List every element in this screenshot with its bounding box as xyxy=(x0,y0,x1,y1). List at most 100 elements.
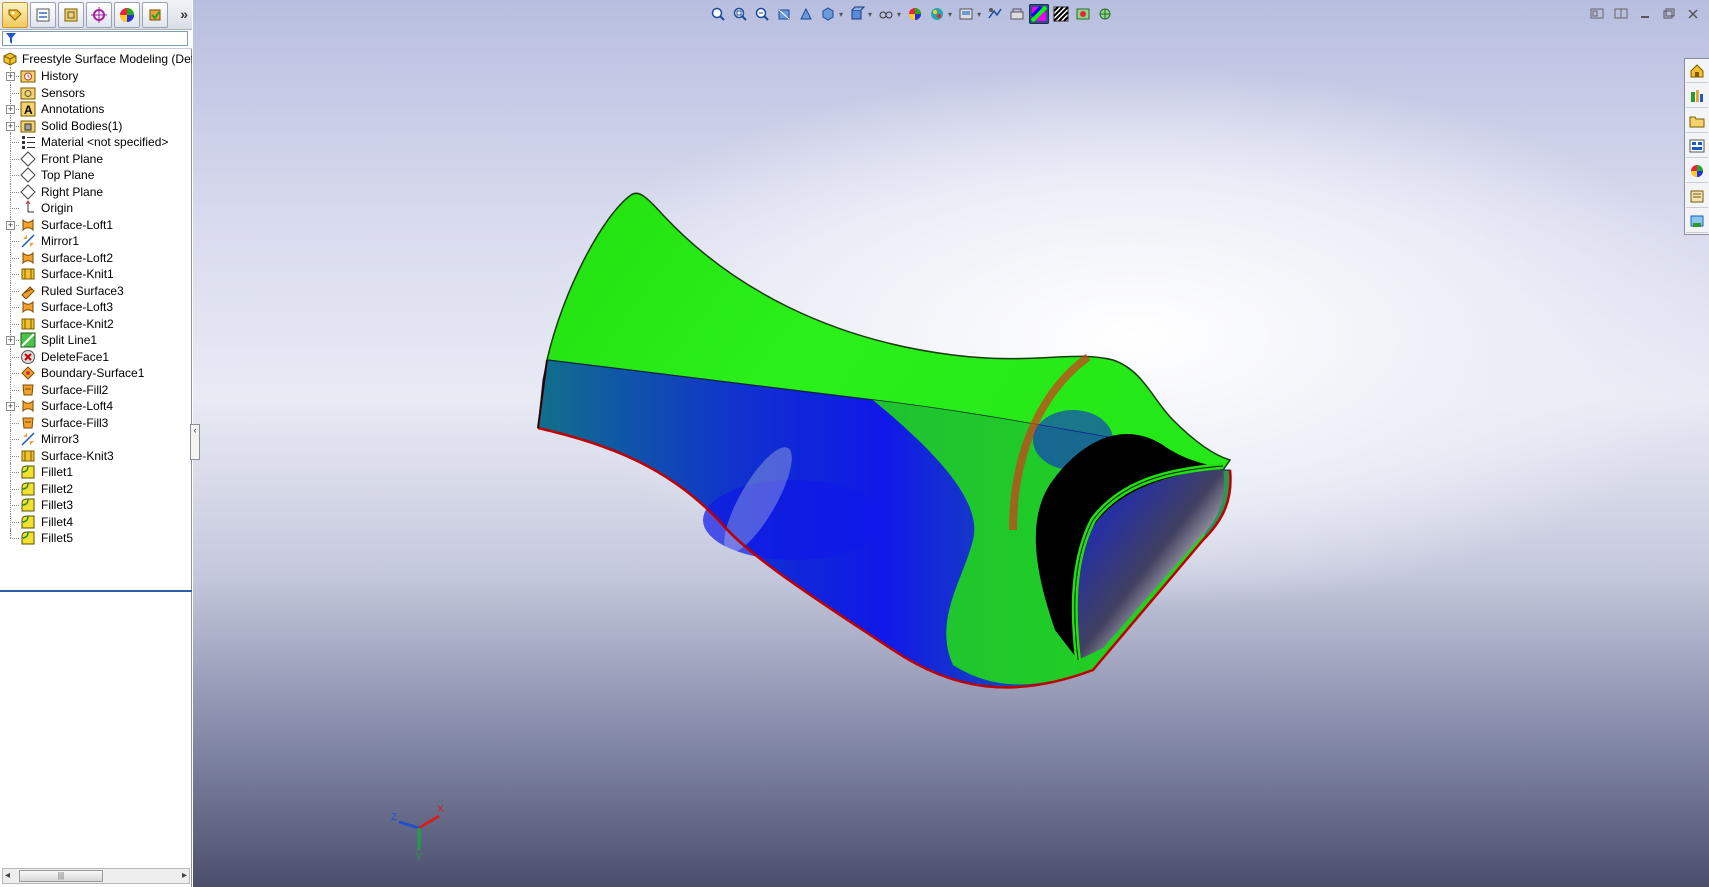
tree-item[interactable]: Surface-Loft2 xyxy=(0,248,192,267)
restore-viewport-button[interactable] xyxy=(1589,6,1605,20)
expand-toggle-icon[interactable]: + xyxy=(6,220,15,230)
solid-bodies-folder-icon xyxy=(20,120,36,132)
tree-item[interactable]: + Split Line1 xyxy=(0,331,192,349)
configurationmanager-tab[interactable] xyxy=(58,1,84,28)
tree-item[interactable]: Sensors xyxy=(0,83,192,102)
resources-tab[interactable] xyxy=(1686,60,1708,83)
view-palette-tab[interactable] xyxy=(1686,135,1708,158)
tree-item[interactable]: Surface-Fill2 xyxy=(0,380,192,399)
section-view-button[interactable] xyxy=(774,4,794,24)
view-settings-button[interactable] xyxy=(956,4,976,24)
more-tabs-button[interactable]: » xyxy=(180,6,188,22)
custom-properties-tab[interactable] xyxy=(1686,185,1708,208)
tree-root-part[interactable]: Freestyle Surface Modeling (Def xyxy=(0,50,192,68)
draft-analysis-button[interactable] xyxy=(985,4,1005,24)
tree-item-label: Fillet2 xyxy=(41,481,74,496)
tree-item[interactable]: Surface-Knit2 xyxy=(0,314,192,333)
zebra-stripes-icon xyxy=(1053,6,1069,22)
view-orientation-button[interactable] xyxy=(818,4,838,24)
hide-show-items-button[interactable] xyxy=(876,4,896,24)
dropdown-arrow-icon[interactable]: ▾ xyxy=(948,10,952,19)
dropdown-arrow-icon[interactable]: ▾ xyxy=(897,10,901,19)
dropdown-arrow-icon[interactable]: ▾ xyxy=(868,10,872,19)
curvature-button[interactable] xyxy=(1029,4,1050,24)
featuremanager-tab[interactable] xyxy=(2,1,28,28)
annotations-icon: A xyxy=(20,101,36,117)
tree-connector-branch xyxy=(10,290,19,292)
scroll-right-icon[interactable]: ▸ xyxy=(182,870,187,881)
file-explorer-tab[interactable] xyxy=(1686,110,1708,133)
tree-item[interactable]: Surface-Knit3 xyxy=(0,446,192,465)
tree-item[interactable]: + Surface-Loft4 xyxy=(0,397,192,415)
previous-view-button[interactable] xyxy=(752,4,772,24)
expand-toggle-icon[interactable]: + xyxy=(6,72,15,81)
scroll-thumb[interactable]: ||| xyxy=(19,870,103,882)
split-viewport-button[interactable] xyxy=(1613,6,1629,20)
expand-toggle-icon[interactable]: + xyxy=(6,105,15,114)
rollback-bar[interactable] xyxy=(0,590,192,592)
tree-item[interactable]: + History xyxy=(0,67,192,85)
expand-toggle-icon[interactable]: + xyxy=(6,336,15,345)
expand-toggle-icon[interactable]: + xyxy=(6,121,15,131)
tree-item[interactable]: Fillet2 xyxy=(0,479,192,498)
dynamic-annotation-button[interactable] xyxy=(796,4,816,24)
tree-item[interactable]: DeleteFace1 xyxy=(0,347,192,366)
surface-model[interactable] xyxy=(193,0,1709,887)
dimxpert-tab[interactable] xyxy=(86,1,112,28)
tree-item[interactable]: Surface-Fill3 xyxy=(0,413,192,432)
design-library-tab[interactable] xyxy=(1686,85,1708,108)
tree-item[interactable]: Fillet3 xyxy=(0,496,192,514)
tree-connector-branch xyxy=(10,505,19,506)
horizontal-scrollbar[interactable]: ◂ ||| ▸ xyxy=(2,868,190,884)
tree-item[interactable]: Origin xyxy=(0,199,192,217)
previous-view-icon xyxy=(755,7,769,21)
solidworks-forum-tab[interactable] xyxy=(1686,210,1708,233)
tree-item-label: Right Plane xyxy=(41,184,104,199)
tree-item[interactable]: + Solid Bodies(1) xyxy=(0,116,192,135)
tree-item[interactable]: Boundary-Surface1 xyxy=(0,364,192,382)
close-button[interactable] xyxy=(1685,6,1701,20)
tree-item[interactable]: Surface-Knit1 xyxy=(0,265,192,283)
dropdown-arrow-icon[interactable]: ▾ xyxy=(839,10,843,19)
tree-item[interactable]: Front Plane xyxy=(0,149,192,168)
display-manager-tab[interactable] xyxy=(114,1,140,28)
tree-item[interactable]: Fillet5 xyxy=(0,529,192,547)
view-settings-icon xyxy=(959,8,973,20)
tree-connector-branch xyxy=(10,389,19,391)
expand-toggle-icon[interactable]: + xyxy=(6,402,15,411)
tree-item[interactable]: Mirror1 xyxy=(0,232,192,250)
tree-item[interactable]: Surface-Loft3 xyxy=(0,298,192,316)
tree-item[interactable]: Fillet4 xyxy=(0,512,192,531)
dimxpert-tab-icon xyxy=(91,6,107,23)
photoview-button[interactable] xyxy=(1095,4,1115,24)
rendering-tools-icon xyxy=(1076,8,1090,20)
tree-item[interactable]: + A Annotations xyxy=(0,100,192,118)
edit-appearance-icon xyxy=(909,8,922,20)
undercut-analysis-button[interactable] xyxy=(1007,4,1027,24)
zoom-to-area-button[interactable] xyxy=(730,4,750,24)
propertymanager-tab[interactable] xyxy=(30,1,56,28)
minimize-button[interactable] xyxy=(1637,6,1653,20)
zoom-to-fit-button[interactable] xyxy=(708,4,728,24)
custom-tab[interactable] xyxy=(142,1,168,28)
tree-item[interactable]: Fillet1 xyxy=(0,463,192,481)
dropdown-arrow-icon[interactable]: ▾ xyxy=(977,10,981,19)
split-viewport-icon xyxy=(1614,8,1628,18)
zebra-stripes-button[interactable] xyxy=(1051,4,1071,24)
tree-item[interactable]: + Surface-Loft1 xyxy=(0,215,192,234)
filter-input[interactable] xyxy=(2,31,188,46)
rendering-tools-button[interactable] xyxy=(1073,4,1093,24)
appearances-tab[interactable] xyxy=(1686,160,1708,183)
graphics-area[interactable]: ▾ ▾ ▾ ▾ ▾ X Z Y xyxy=(193,0,1709,887)
tree-item[interactable]: Right Plane xyxy=(0,182,192,201)
display-style-button[interactable] xyxy=(847,4,867,24)
restore-button[interactable] xyxy=(1661,6,1677,20)
scroll-left-icon[interactable]: ◂ xyxy=(5,870,10,881)
panel-collapse-handle[interactable]: ‹ xyxy=(190,424,200,460)
tree-item[interactable]: Material <not specified> xyxy=(0,133,192,151)
apply-scene-button[interactable] xyxy=(927,4,947,24)
tree-item[interactable]: Ruled Surface3 xyxy=(0,281,192,300)
edit-appearance-button[interactable] xyxy=(905,4,925,24)
tree-item[interactable]: Top Plane xyxy=(0,166,192,184)
tree-item[interactable]: Mirror3 xyxy=(0,430,192,448)
